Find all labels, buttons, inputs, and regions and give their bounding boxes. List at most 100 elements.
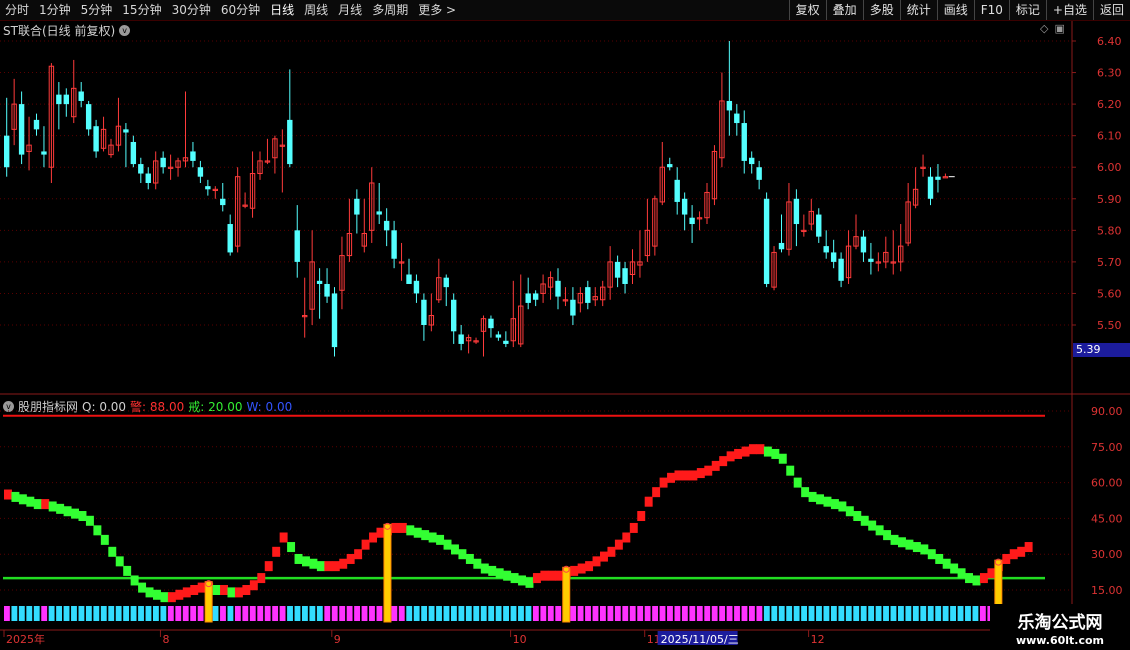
indicator-block-down <box>18 494 27 505</box>
state-bar <box>518 606 524 621</box>
state-bar <box>756 606 763 621</box>
candle-body-down <box>458 334 464 344</box>
state-bar <box>786 606 793 621</box>
indicator-block-down <box>793 477 802 488</box>
state-bar <box>808 606 815 621</box>
state-bar <box>838 606 845 621</box>
indicator-block-up <box>681 470 690 481</box>
candle-body-down <box>33 119 40 130</box>
indicator-block-up <box>257 573 266 584</box>
state-bar <box>100 606 107 621</box>
indicator-block-down <box>786 465 795 476</box>
ind-tick-label: 75.00 <box>1091 441 1123 454</box>
state-bar <box>503 606 509 621</box>
indicator-block-down <box>302 556 310 567</box>
candle-body-down <box>532 293 539 300</box>
indicator-block-up <box>331 561 340 572</box>
state-bar <box>719 606 726 621</box>
signal-bar <box>204 581 213 623</box>
indicator-block-down <box>935 553 944 564</box>
state-bar <box>56 606 62 621</box>
indicator-block-down <box>898 537 906 548</box>
candle-body-down <box>838 258 844 281</box>
candle-body-down <box>421 299 427 325</box>
indicator-block-down <box>518 575 526 586</box>
indicator-block-up <box>354 549 363 560</box>
state-bar <box>778 606 785 621</box>
candle-body-down <box>383 220 390 231</box>
indicator-block-up <box>614 539 623 550</box>
indicator-block-down <box>108 546 117 557</box>
indicator-block-up <box>741 446 750 457</box>
candle-body-down <box>525 293 531 303</box>
state-bar <box>33 606 40 621</box>
candle-body-down <box>227 224 233 253</box>
state-bar <box>771 606 778 621</box>
indicator-block-up <box>555 570 564 581</box>
candle-body-down <box>503 340 509 344</box>
state-bar <box>264 606 271 621</box>
state-bar <box>249 606 256 621</box>
state-bar <box>637 606 644 621</box>
candle-body-down <box>93 126 99 152</box>
state-bar <box>436 606 442 621</box>
state-bar <box>26 606 33 621</box>
indicator-block-down <box>771 448 780 459</box>
state-bar <box>585 606 591 621</box>
indicator-block-down <box>93 525 102 536</box>
indicator-block-down <box>808 491 817 502</box>
price-tick-label: 6.30 <box>1097 67 1122 80</box>
price-tick-label: 5.70 <box>1097 256 1122 269</box>
state-bar <box>361 606 368 621</box>
indicator-block-down <box>912 542 921 553</box>
candle-body-down <box>935 176 941 180</box>
indicator-block-down <box>868 520 877 531</box>
indicator-block-down <box>451 544 459 555</box>
state-bar <box>898 606 904 621</box>
candle-body-down <box>354 198 360 215</box>
indicator-block-down <box>421 530 430 541</box>
indicator-block-down <box>778 453 787 464</box>
state-bar <box>681 606 688 621</box>
indicator-block-down <box>428 532 437 543</box>
indicator-block-up <box>398 522 407 533</box>
state-bar <box>652 606 658 621</box>
indicator-block-up <box>600 551 608 562</box>
indicator-block-down <box>763 446 772 457</box>
state-bar <box>860 606 867 621</box>
state-bar <box>227 606 234 621</box>
candle-body-down <box>778 242 785 250</box>
state-bar <box>346 606 353 621</box>
price-tick-label: 6.00 <box>1097 161 1122 174</box>
candle-body-down <box>622 268 628 284</box>
state-bar <box>18 606 25 621</box>
indicator-block-up <box>659 477 668 488</box>
indicator-block-down <box>853 511 862 522</box>
indicator-block-down <box>309 558 318 569</box>
state-bar <box>741 606 748 621</box>
date-tick-label: 2025年 <box>6 632 45 646</box>
candle-body-down <box>41 151 47 155</box>
ind-tick-label: 90.00 <box>1091 405 1123 418</box>
indicator-block-down <box>816 494 824 505</box>
indicator-block-down <box>480 563 489 574</box>
indicator-block-down <box>48 501 57 512</box>
indicator-block-up <box>1009 549 1018 560</box>
candle-body-down <box>63 94 69 105</box>
state-bar <box>547 606 554 621</box>
indicator-block-down <box>63 506 72 517</box>
candle-body-down <box>130 141 137 165</box>
price-tick-label: 5.50 <box>1097 319 1122 332</box>
state-bar <box>421 606 428 621</box>
indicator-block-down <box>875 525 884 536</box>
state-bar <box>950 606 956 621</box>
indicator-block-down <box>227 587 236 598</box>
candle-body-down <box>376 211 382 215</box>
indicator-block-up <box>622 532 631 543</box>
price-tick-label: 5.80 <box>1097 224 1122 237</box>
indicator-block-down <box>473 558 482 569</box>
indicator-block-down <box>294 553 303 564</box>
state-bar <box>369 606 375 621</box>
indicator-block-up <box>1024 542 1033 553</box>
chart-canvas[interactable]: 6.40 6.30 6.20 6.10 6.00 5.90 5.80 5.70 5.60 5.50… <box>0 0 1130 650</box>
